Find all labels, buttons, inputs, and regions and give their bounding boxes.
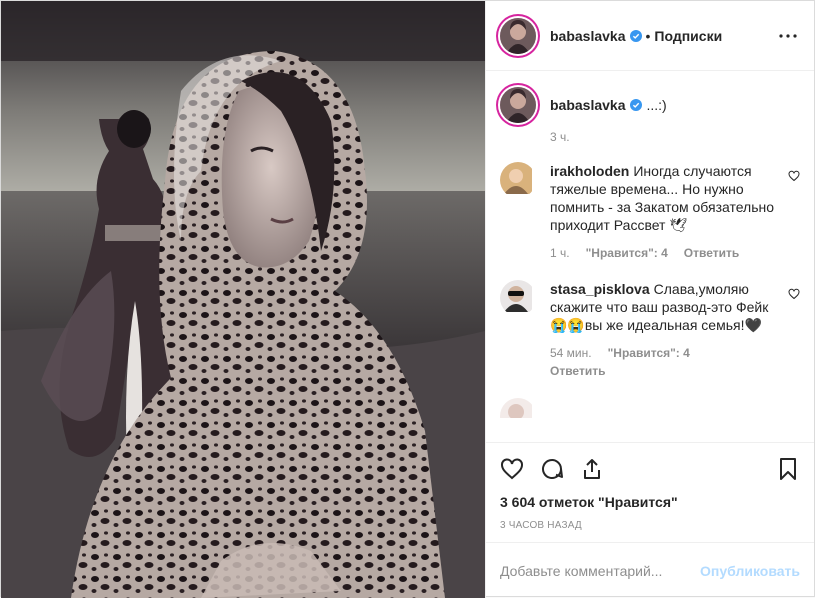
- author-username[interactable]: babaslavka: [550, 28, 626, 44]
- caption-avatar[interactable]: [500, 87, 536, 123]
- verified-badge-icon: [629, 99, 642, 111]
- following-button[interactable]: Подписки: [654, 28, 722, 44]
- comment-time[interactable]: 1 ч.: [550, 246, 570, 260]
- comments-list[interactable]: babaslavka...:) 3 ч. irakholoden Иногда …: [486, 71, 814, 442]
- comment-avatar[interactable]: [500, 280, 536, 316]
- comment-input[interactable]: [500, 562, 693, 579]
- caption-username[interactable]: babaslavka: [550, 97, 626, 113]
- heart-icon[interactable]: [500, 457, 524, 481]
- avatar-image: [500, 162, 532, 194]
- caption-meta: 3 ч.: [550, 130, 778, 144]
- comment-text-line: stasa_pisklova Слава,умоляю скажите что в…: [550, 280, 778, 334]
- avatar-image: [500, 280, 532, 312]
- separator-dot: •: [645, 27, 651, 44]
- caption-body: babaslavka...:) 3 ч.: [550, 87, 800, 144]
- comment-meta: 1 ч. "Нравится": 4 Ответить: [550, 246, 778, 260]
- comment-likes[interactable]: "Нравится": 4: [608, 346, 690, 360]
- comment-like-heart-icon[interactable]: [788, 170, 800, 182]
- caption-text-line: babaslavka...:): [550, 96, 778, 114]
- comment-body: irakholoden Иногда случаются тяжелые врем…: [550, 162, 800, 260]
- caption-time[interactable]: 3 ч.: [550, 130, 570, 144]
- avatar-image: [500, 398, 532, 418]
- bookmark-icon[interactable]: [776, 457, 800, 481]
- publish-button[interactable]: Опубликовать: [700, 563, 800, 579]
- photo-image: [1, 1, 485, 598]
- comment-username[interactable]: stasa_pisklova: [550, 281, 650, 297]
- add-comment-form: Опубликовать: [486, 542, 814, 598]
- instagram-post: babaslavka • Подписки babaslavka ...:) 3…: [0, 0, 815, 598]
- action-bar: [486, 442, 814, 494]
- comment-avatar[interactable]: [500, 162, 536, 198]
- reply-button[interactable]: Ответить: [550, 364, 778, 378]
- likes-count[interactable]: 3 604 отметок "Нравится": [486, 494, 814, 516]
- comment-meta: 54 мин. "Нравится": 4 Ответить: [550, 346, 778, 378]
- avatar-image: [500, 87, 536, 123]
- header-text: babaslavka • Подписки: [550, 28, 722, 44]
- comment-avatar[interactable]: [500, 398, 536, 418]
- post-header: babaslavka • Подписки: [486, 1, 814, 71]
- more-options-button[interactable]: [776, 24, 800, 48]
- comment-icon[interactable]: [540, 457, 564, 481]
- post-photo[interactable]: [1, 1, 485, 598]
- comment-time[interactable]: 54 мин.: [550, 346, 592, 360]
- avatar-image: [500, 17, 536, 54]
- author-avatar[interactable]: [500, 17, 536, 54]
- comment-username[interactable]: irakholoden: [550, 163, 629, 179]
- comment-like-heart-icon[interactable]: [788, 288, 800, 300]
- comment-likes[interactable]: "Нравится": 4: [586, 246, 668, 260]
- post-side-panel: babaslavka • Подписки babaslavka ...:) 3…: [485, 1, 814, 598]
- share-icon[interactable]: [580, 457, 604, 481]
- comment-item-partial: [500, 398, 800, 418]
- caption: babaslavka...:) 3 ч.: [500, 87, 800, 144]
- more-horizontal-icon: [779, 33, 797, 38]
- comment-item: irakholoden Иногда случаются тяжелые врем…: [500, 162, 800, 260]
- caption-text: ...:): [646, 97, 667, 113]
- comment-text-line: irakholoden Иногда случаются тяжелые врем…: [550, 162, 778, 234]
- comment-body: stasa_pisklova Слава,умоляю скажите что в…: [550, 280, 800, 378]
- comment-item: stasa_pisklova Слава,умоляю скажите что в…: [500, 280, 800, 378]
- post-timestamp[interactable]: 3 ЧАСОВ НАЗАД: [486, 516, 814, 542]
- verified-badge-icon: [629, 29, 642, 42]
- reply-button[interactable]: Ответить: [684, 246, 739, 260]
